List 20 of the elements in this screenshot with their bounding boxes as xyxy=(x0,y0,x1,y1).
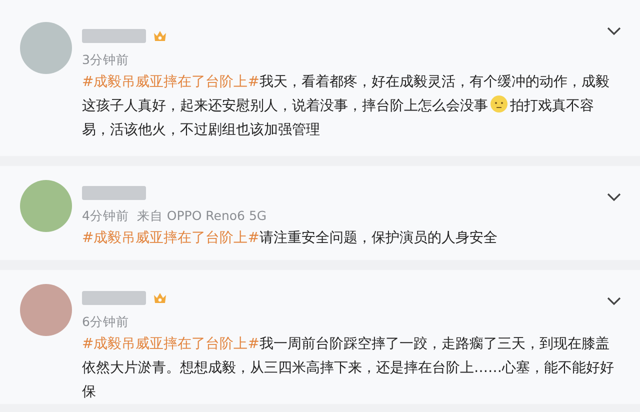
hashtag-link[interactable]: #成毅吊威亚摔在了台阶上# xyxy=(82,74,260,90)
chevron-down-icon[interactable] xyxy=(606,26,622,36)
chevron-down-icon[interactable] xyxy=(606,192,622,202)
avatar-placeholder[interactable] xyxy=(20,22,72,74)
post-time: 4分钟前 xyxy=(82,208,129,224)
avatar-placeholder[interactable] xyxy=(20,284,72,336)
hashtag-link[interactable]: #成毅吊威亚摔在了台阶上# xyxy=(82,336,260,352)
device-source: 来自 OPPO Reno6 5G xyxy=(136,208,267,224)
avatar-placeholder[interactable] xyxy=(20,180,72,232)
emoji-face-icon xyxy=(490,95,508,113)
blurred-username[interactable] xyxy=(82,186,146,200)
comment-text: #成毅吊威亚摔在了台阶上#我一周前台阶踩空摔了一跤，走路瘸了三天，到现在膝盖依然大片淤青。想想成毅，从三四米高摔下来，还是摔在台阶上……心塞，能不能好好保 xyxy=(82,335,614,402)
comment-text: #成毅吊威亚摔在了台阶上#我天，看着都疼，好在成毅灵活，有个缓冲的动作，成毅这孩子人真好，起来还安慰别人，说着没事，摔台阶上怎么会没事 拍打戏真不容易，活该他火，不过剧组也该加强管理 xyxy=(82,73,610,140)
comment-text: #成毅吊威亚摔在了台阶上#请注重安全问题，保护演员的人身安全 xyxy=(82,229,498,248)
blurred-username[interactable] xyxy=(82,291,146,305)
post-time: 6分钟前 xyxy=(82,314,129,330)
hashtag-link[interactable]: #成毅吊威亚摔在了台阶上# xyxy=(82,230,260,246)
blurred-username[interactable] xyxy=(82,29,146,43)
post-time: 3分钟前 xyxy=(82,52,129,68)
chevron-down-icon[interactable] xyxy=(606,296,622,306)
